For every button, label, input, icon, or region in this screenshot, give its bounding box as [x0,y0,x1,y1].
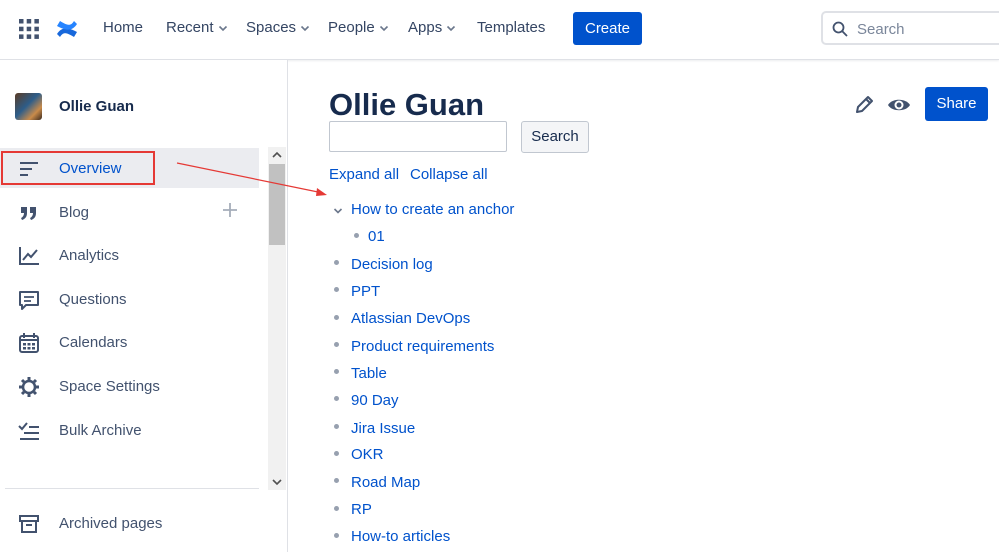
tree-bullet [334,478,339,483]
sidebar-item-space-settings[interactable]: Space Settings [0,366,259,406]
sidebar-item-label: Analytics [59,247,120,264]
tree-bullet [334,451,339,456]
sidebar-scrollbar[interactable] [268,147,286,490]
sidebar-item-bulk-archive[interactable]: Bulk Archive [0,410,259,450]
tree-item[interactable]: Road Map [351,474,420,491]
sidebar-item-label: Bulk Archive [59,422,142,439]
page-tree-search-button[interactable]: Search [521,121,589,153]
tree-bullet [334,424,339,429]
tree-bullet [354,233,359,238]
app-switcher-icon[interactable] [19,19,39,39]
tree-bullet [334,369,339,374]
tree-item[interactable]: PPT [351,283,380,300]
sidebar-item-blog[interactable]: Blog [0,192,259,232]
sidebar-divider [5,488,259,489]
sidebar-item-analytics[interactable]: Analytics [0,235,259,275]
global-search[interactable] [821,11,999,45]
tree-bullet [334,342,339,347]
confluence-logo-icon[interactable] [55,17,79,41]
sidebar-item-label: Calendars [59,334,128,351]
watch-eye-icon[interactable] [887,95,911,115]
nav-apps-label: Apps [408,19,443,36]
tree-bullet [334,396,339,401]
calendar-icon [19,333,39,353]
nav-templates[interactable]: Templates [477,19,545,36]
archive-icon [19,515,39,533]
create-button[interactable]: Create [573,12,642,45]
gear-icon [19,377,39,397]
scrollbar-thumb[interactable] [269,164,285,245]
tree-item[interactable]: Table [351,365,387,382]
chevron-down-icon [300,25,310,32]
sidebar-item-questions[interactable]: Questions [0,279,259,319]
search-icon [832,21,848,37]
tree-item[interactable]: OKR [351,446,384,463]
analytics-icon [19,247,39,265]
nav-home[interactable]: Home [103,19,143,36]
page-content: Ollie Guan Share Search Expand all Colla… [288,60,999,552]
quote-icon [21,207,36,220]
annotation-highlight-box [1,151,155,185]
tree-bullet [334,315,339,320]
sidebar-item-label: Questions [59,291,127,308]
share-button[interactable]: Share [925,87,988,121]
tree-item[interactable]: Atlassian DevOps [351,310,470,327]
global-search-input[interactable] [855,17,999,41]
expand-all-link[interactable]: Expand all [329,166,399,183]
tree-bullet [334,287,339,292]
tree-item-01[interactable]: 01 [368,228,385,245]
space-name[interactable]: Ollie Guan [59,98,134,115]
add-blog-icon[interactable] [222,202,238,218]
tree-bullet [334,506,339,511]
sidebar-item-label: Space Settings [59,378,160,395]
nav-spaces-label: Spaces [246,19,297,36]
collapse-all-link[interactable]: Collapse all [410,166,488,183]
sidebar-item-label: Archived pages [59,515,163,532]
tree-item-how-to-create-an-anchor[interactable]: How to create an anchor [351,201,514,218]
page-tree-search-input[interactable] [329,121,507,152]
tree-bullet [334,533,339,538]
top-navigation-bar: Home Recent Spaces People Apps Templates… [0,0,999,60]
tree-bullet [334,260,339,265]
questions-icon [19,291,39,310]
nav-recent[interactable]: Recent [166,19,228,36]
nav-people-label: People [328,19,375,36]
tree-item[interactable]: 90 Day [351,392,399,409]
scroll-down-icon[interactable] [268,474,286,490]
edit-pencil-icon[interactable] [854,95,874,115]
tree-item[interactable]: How-to articles [351,528,450,545]
nav-recent-label: Recent [166,19,214,36]
scroll-up-icon[interactable] [268,147,286,163]
nav-spaces[interactable]: Spaces [246,19,310,36]
sidebar-item-label: Blog [59,204,90,221]
chevron-down-icon [218,25,227,32]
chevron-down-icon [447,25,456,32]
page-title: Ollie Guan [329,87,485,122]
space-avatar[interactable] [15,93,42,120]
checklist-icon [18,422,39,440]
tree-item[interactable]: RP [351,501,372,518]
chevron-down-icon [379,25,388,32]
space-sidebar: Ollie Guan Overview Blog Analytics Quest… [0,60,288,552]
sidebar-item-archived-pages[interactable]: Archived pages [0,503,259,543]
nav-people[interactable]: People [328,19,389,36]
tree-item[interactable]: Decision log [351,256,433,273]
tree-item[interactable]: Product requirements [351,338,494,355]
nav-apps[interactable]: Apps [408,19,456,36]
chevron-down-icon[interactable] [333,206,343,216]
tree-item[interactable]: Jira Issue [351,420,415,437]
sidebar-item-calendars[interactable]: Calendars [0,322,259,362]
